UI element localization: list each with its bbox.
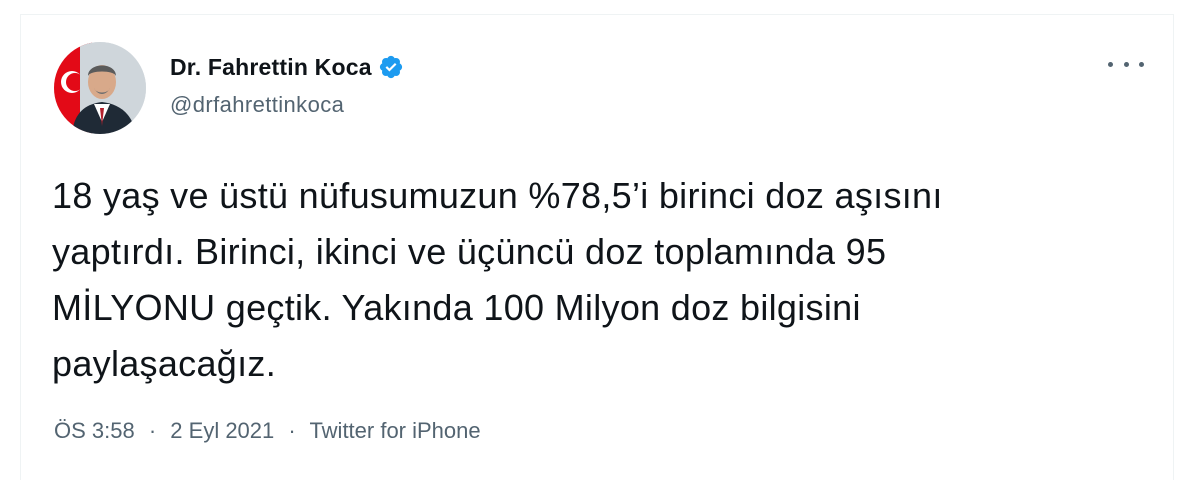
tweet-text: 18 yaş ve üstü nüfusumuzun %78,5’i birin… <box>52 175 943 384</box>
author-block: Dr. Fahrettin Koca @drfahrettinkoca <box>170 52 404 118</box>
more-dot <box>1108 61 1113 67</box>
author-name-row: Dr. Fahrettin Koca <box>170 52 404 82</box>
verified-badge-icon <box>378 54 404 80</box>
meta-separator: · <box>148 418 157 443</box>
more-options-icon[interactable] <box>1108 52 1144 76</box>
more-dot <box>1123 61 1129 67</box>
author-display-name[interactable]: Dr. Fahrettin Koca <box>170 54 372 81</box>
meta-separator: · <box>288 418 296 443</box>
more-dot <box>1139 61 1144 67</box>
author-avatar[interactable] <box>54 42 146 134</box>
avatar-photo <box>54 42 146 134</box>
tweet-date[interactable]: 2 Eyl 2021 <box>170 418 274 443</box>
author-handle[interactable]: @drfahrettinkoca <box>170 92 404 118</box>
tweet-time[interactable]: ÖS 3:58 <box>54 418 135 443</box>
tweet-metadata: ÖS 3:58 · 2 Eyl 2021 · Twitter for iPhon… <box>54 418 481 444</box>
tweet-source[interactable]: Twitter for iPhone <box>309 418 480 443</box>
